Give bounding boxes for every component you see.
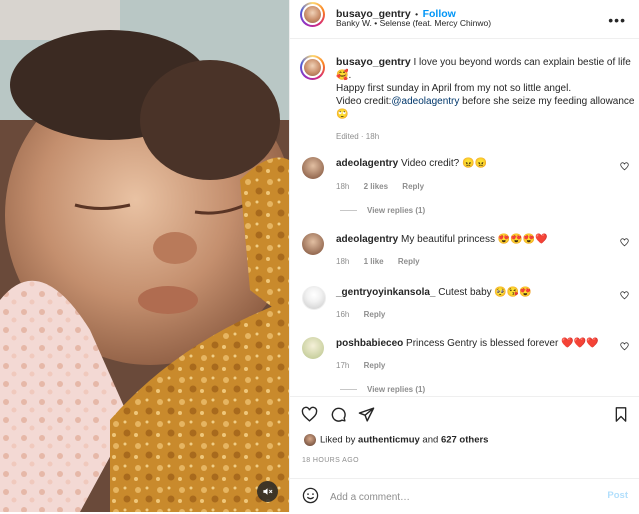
comment-username[interactable]: adeolagentry: [336, 158, 398, 169]
comment-age: 16h: [336, 310, 350, 319]
comment-composer: Post: [290, 478, 639, 514]
baby-photo: [0, 0, 289, 512]
reply-button[interactable]: Reply: [364, 361, 386, 370]
comment-text: adeolagentry My beautiful princess 😍😍😍❤️: [336, 234, 606, 245]
comment-body: Princess Gentry is blessed forever ❤️❤️❤…: [406, 338, 599, 349]
caption-edited: Edited · 18h: [336, 132, 380, 141]
post-actions: Liked by authenticmuy and 627 others 18 …: [290, 396, 639, 513]
view-replies-label: View replies (1): [367, 385, 426, 394]
likes-prefix: Liked by: [320, 434, 359, 446]
caption-mention[interactable]: @adeolagentry: [391, 96, 459, 107]
comment-meta: 18h 2 likes Reply: [336, 182, 436, 191]
audio-track[interactable]: Banky W. • Selense (feat. Mercy Chinwo): [336, 18, 491, 28]
comment-text: _gentryoyinkansola_ Cutest baby 🥺😘😍: [336, 287, 606, 298]
view-replies-button[interactable]: View replies (1): [340, 385, 425, 394]
comment-avatar[interactable]: [302, 286, 326, 310]
comment-likes[interactable]: 2 likes: [364, 182, 388, 191]
comment-like-icon[interactable]: [620, 291, 629, 300]
likes-others[interactable]: 627 others: [441, 435, 489, 446]
reply-button[interactable]: Reply: [402, 182, 424, 191]
comment-meta: 18h 1 like Reply: [336, 257, 432, 266]
comment-avatar[interactable]: [302, 337, 324, 359]
comment-meta: 16h Reply: [336, 310, 397, 319]
comment-meta: 17h Reply: [336, 361, 397, 370]
view-replies-button[interactable]: View replies (1): [340, 206, 425, 215]
liker-avatar[interactable]: [304, 434, 316, 446]
comment-avatar[interactable]: [302, 157, 324, 179]
comment-text: poshbabieceo Princess Gentry is blessed …: [336, 338, 606, 349]
caption: busayo_gentry I love you beyond words ca…: [336, 56, 636, 143]
caption-line3-prefix: Video credit:: [336, 96, 392, 107]
comment-body: My beautiful princess 😍😍😍❤️: [401, 234, 548, 245]
caption-avatar[interactable]: [300, 55, 325, 80]
post-panel: busayo_gentry • Follow Banky W. • Selens…: [289, 0, 639, 512]
emoji-icon[interactable]: [302, 487, 319, 504]
reply-button[interactable]: Reply: [364, 310, 386, 319]
comment-likes[interactable]: 1 like: [364, 257, 384, 266]
comment-age: 18h: [336, 257, 350, 266]
likes-middle: and: [419, 434, 441, 446]
post-button[interactable]: Post: [607, 490, 628, 501]
likes-summary: Liked by authenticmuy and 627 others: [304, 434, 488, 446]
comment-like-icon[interactable]: [620, 342, 629, 351]
comment-age: 18h: [336, 182, 350, 191]
author-avatar[interactable]: [300, 2, 325, 27]
comment-like-icon[interactable]: [620, 238, 629, 247]
reply-button[interactable]: Reply: [398, 257, 420, 266]
liker-username[interactable]: authenticmuy: [358, 435, 420, 446]
comment-avatar[interactable]: [302, 233, 324, 255]
post-media[interactable]: [0, 0, 289, 512]
mute-button[interactable]: [257, 481, 278, 502]
comment-username[interactable]: _gentryoyinkansola_: [336, 287, 435, 298]
share-icon[interactable]: [358, 406, 375, 423]
comment-body: Cutest baby 🥺😘😍: [438, 287, 532, 298]
add-comment-input[interactable]: [328, 487, 592, 507]
comment-body: Video credit? 😠😠: [401, 158, 487, 169]
caption-username[interactable]: busayo_gentry: [336, 56, 411, 68]
post-time[interactable]: 18 HOURS AGO: [302, 457, 359, 464]
comment-age: 17h: [336, 361, 350, 370]
comment-text: adeolagentry Video credit? 😠😠: [336, 158, 606, 169]
comment-username[interactable]: poshbabieceo: [336, 338, 403, 349]
view-replies-label: View replies (1): [367, 206, 426, 215]
heart-icon[interactable]: [301, 406, 318, 423]
bookmark-icon[interactable]: [613, 406, 629, 423]
comment-like-icon[interactable]: [620, 162, 629, 171]
mute-icon: [263, 488, 273, 495]
post-header: busayo_gentry • Follow Banky W. • Selens…: [290, 0, 639, 39]
comment-icon[interactable]: [330, 406, 347, 423]
comment-username[interactable]: adeolagentry: [336, 234, 398, 245]
more-icon[interactable]: •••: [608, 12, 626, 28]
caption-line2: Happy first sunday in April from my not …: [336, 83, 572, 94]
